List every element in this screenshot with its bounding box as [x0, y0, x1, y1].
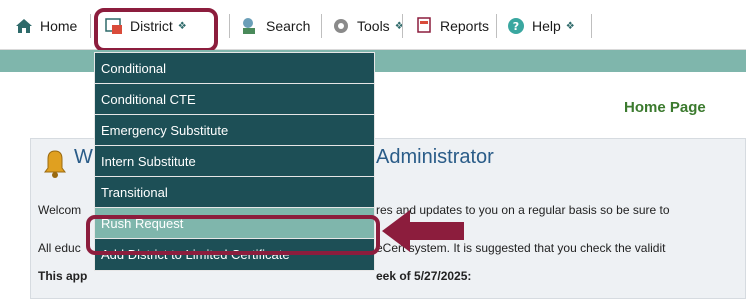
help-icon: ? [506, 16, 526, 36]
processing-status-start: This app [38, 269, 88, 283]
dropdown-item-conditional[interactable]: Conditional [95, 53, 374, 84]
menu-reports[interactable]: Reports [414, 12, 489, 40]
welcome-text-line1-start: Welcom [38, 203, 82, 217]
tools-icon [331, 16, 351, 36]
bell-icon [38, 146, 72, 180]
dropdown-item-intern-substitute[interactable]: Intern Substitute [95, 146, 374, 177]
search-icon [240, 16, 260, 36]
menu-separator [321, 14, 322, 38]
svg-text:?: ? [513, 20, 519, 33]
page-title: Home Page [624, 99, 706, 116]
chevron-down-icon: ❖ [565, 20, 575, 32]
welcome-title-end: Administrator [376, 146, 494, 168]
menu-tools-label: Tools [357, 18, 390, 34]
menu-search-label: Search [266, 18, 311, 34]
dropdown-item-emergency-substitute[interactable]: Emergency Substitute [95, 115, 374, 146]
arrow-icon [380, 208, 466, 254]
menu-home[interactable]: Home [14, 12, 77, 40]
menu-search[interactable]: Search [240, 12, 310, 40]
menu-home-label: Home [40, 18, 78, 34]
menu-reports-label: Reports [440, 18, 490, 34]
menu-separator [90, 14, 91, 38]
district-highlight-outline [94, 8, 218, 52]
welcome-text-line2-start: All educ [38, 241, 81, 255]
dropdown-item-transitional[interactable]: Transitional [95, 177, 374, 208]
menu-separator [591, 14, 592, 38]
menu-separator [402, 14, 403, 38]
menu-separator [229, 14, 230, 38]
home-icon [14, 16, 34, 36]
welcome-title-start: W [74, 146, 93, 168]
menu-help[interactable]: ? Help ❖ [506, 12, 575, 40]
menu-help-label: Help [532, 18, 561, 34]
menu-tools[interactable]: Tools ❖ [331, 12, 404, 40]
processing-status-end: eek of 5/27/2025: [376, 269, 472, 283]
menu-separator [496, 14, 497, 38]
dropdown-item-conditional-cte[interactable]: Conditional CTE [95, 84, 374, 115]
rush-request-highlight-outline [86, 215, 380, 255]
reports-icon [414, 16, 434, 36]
